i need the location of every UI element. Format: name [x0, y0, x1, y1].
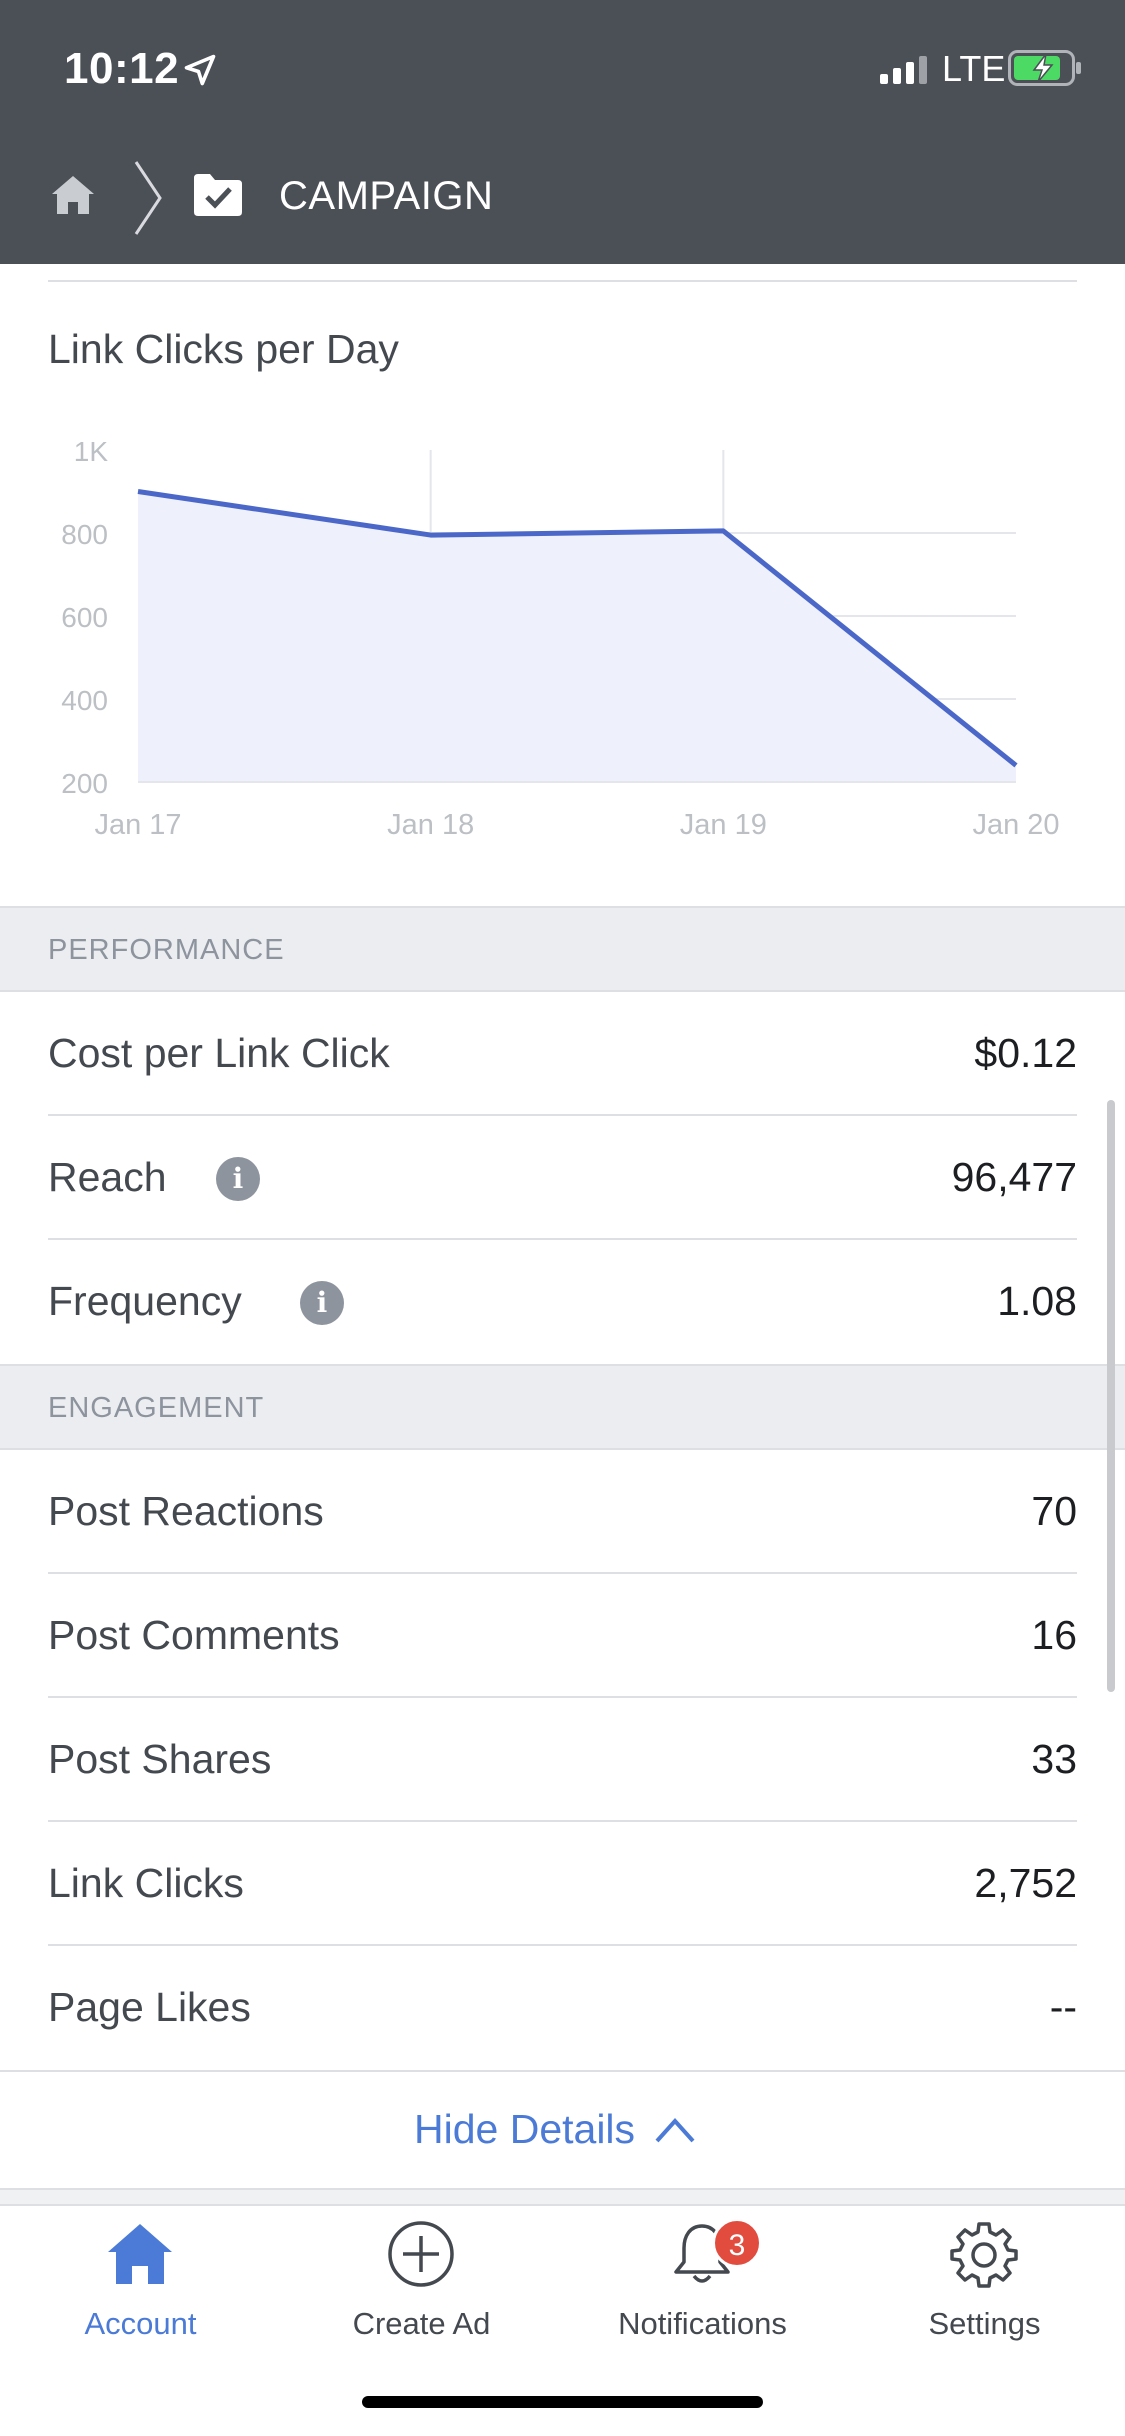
metric-row-post-shares[interactable]: Post Shares 33 [48, 1698, 1077, 1822]
section-label: PERFORMANCE [48, 934, 285, 966]
metric-row-post-reactions[interactable]: Post Reactions 70 [48, 1450, 1077, 1574]
chevron-up-icon [655, 2117, 695, 2142]
status-time: 10:12 [64, 44, 180, 93]
y-tick-label: 400 [61, 685, 108, 716]
top-bar: 10:12 LTE CAMPAIGN [0, 0, 1125, 264]
metric-value: 96,477 [951, 1154, 1077, 1200]
x-tick-label: Jan 20 [972, 809, 1059, 841]
home-indicator[interactable] [362, 2396, 763, 2408]
gear-icon [950, 2222, 1018, 2288]
tab-label: Account [84, 2306, 197, 2341]
location-arrow-icon [184, 54, 216, 86]
metric-label: Link Clicks [48, 1860, 244, 1906]
metric-label: Post Comments [48, 1612, 340, 1658]
hide-details-button[interactable]: Hide Details [0, 2070, 1125, 2190]
metric-label: Post Reactions [48, 1488, 324, 1534]
metric-value: 33 [1031, 1736, 1077, 1782]
divider [48, 280, 1077, 282]
tab-settings[interactable]: Settings [844, 2206, 1125, 2376]
home-icon [108, 2224, 172, 2284]
info-icon[interactable]: i [300, 1281, 344, 1325]
metric-value: -- [1049, 1984, 1077, 2030]
y-tick-label: 600 [61, 602, 108, 633]
y-tick-label: 200 [61, 768, 108, 799]
battery-icon [1008, 50, 1081, 86]
y-tick-label: 800 [61, 519, 108, 550]
notification-badge: 3 [712, 2218, 762, 2268]
x-tick-label: Jan 19 [680, 809, 767, 841]
metric-label: Frequency [48, 1278, 242, 1324]
tab-label: Settings [928, 2306, 1041, 2341]
home-breadcrumb-icon[interactable] [48, 170, 98, 220]
tab-account[interactable]: Account [0, 2206, 281, 2376]
x-tick-label: Jan 18 [387, 809, 474, 841]
metric-label: Page Likes [48, 1984, 251, 2030]
section-header-engagement: ENGAGEMENT [0, 1364, 1125, 1450]
metric-row-link-clicks[interactable]: Link Clicks 2,752 [48, 1822, 1077, 1946]
metric-value: 70 [1031, 1488, 1077, 1534]
link-clicks-chart: 1K 800 600 400 200 Jan 17 Jan 18 Jan 19 Jan 20 [61, 436, 1059, 841]
metric-row-page-likes[interactable]: Page Likes -- [48, 1946, 1077, 2070]
network-label: LTE [942, 48, 1006, 89]
signal-icon [880, 56, 927, 84]
tab-label: Notifications [618, 2306, 787, 2341]
metric-value: 16 [1031, 1612, 1077, 1658]
metric-row-cost-per-link-click[interactable]: Cost per Link Click $0.12 [48, 992, 1077, 1116]
metric-row-frequency[interactable]: Frequency i 1.08 [48, 1240, 1077, 1364]
metric-label: Post Shares [48, 1736, 272, 1782]
tab-label: Create Ad [352, 2306, 491, 2341]
metric-row-post-comments[interactable]: Post Comments 16 [48, 1574, 1077, 1698]
x-tick-label: Jan 17 [94, 809, 181, 841]
y-tick-label: 1K [74, 436, 109, 467]
metric-row-reach[interactable]: Reach i 96,477 [48, 1116, 1077, 1240]
plus-circle-icon [388, 2221, 454, 2287]
metric-label: Cost per Link Click [48, 1030, 390, 1076]
divider [0, 2190, 1125, 2204]
metric-value: 2,752 [974, 1860, 1077, 1906]
hide-details-label: Hide Details [414, 2106, 636, 2152]
page-title: CAMPAIGN [279, 174, 494, 218]
metric-value: $0.12 [974, 1030, 1077, 1076]
tab-create-ad[interactable]: Create Ad [281, 2206, 562, 2376]
chart-title: Link Clicks per Day [48, 326, 399, 372]
campaign-folder-icon [194, 174, 242, 216]
metric-label: Reach [48, 1154, 167, 1200]
section-header-performance: PERFORMANCE [0, 906, 1125, 992]
scrollbar[interactable] [1107, 1100, 1115, 1692]
info-icon[interactable]: i [216, 1157, 260, 1201]
tab-notifications[interactable]: 3 Notifications [562, 2206, 843, 2376]
breadcrumb-separator-icon [134, 161, 162, 235]
section-label: ENGAGEMENT [48, 1392, 265, 1424]
metric-value: 1.08 [997, 1278, 1077, 1324]
